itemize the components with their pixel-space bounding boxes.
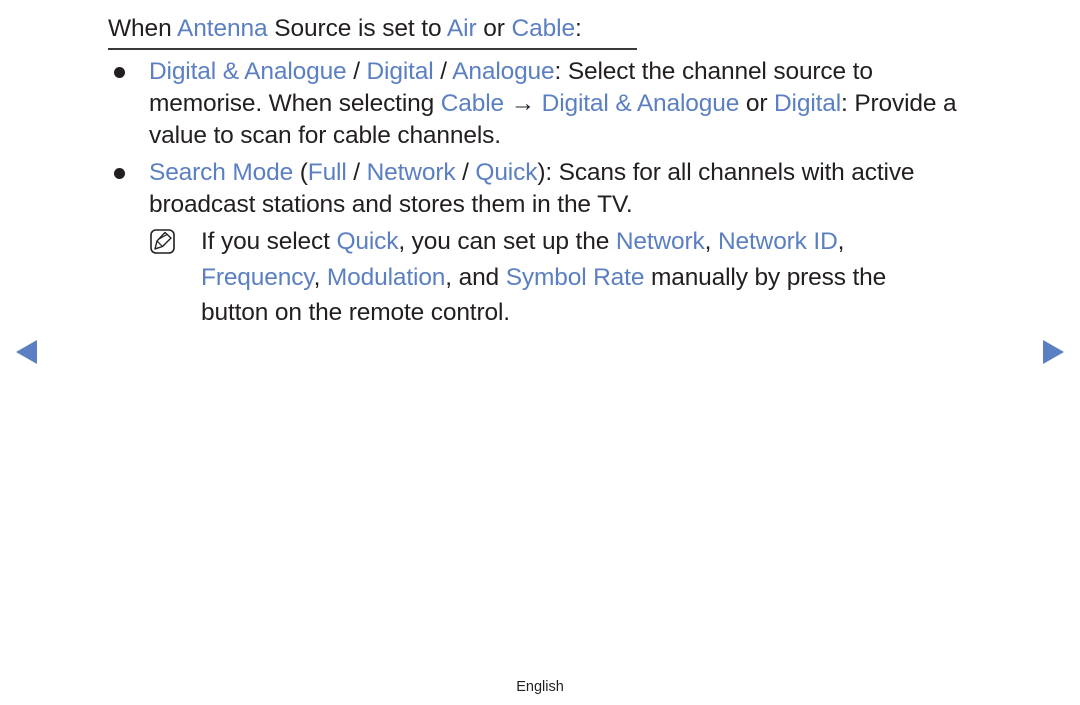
bullet-line: broadcast stations and stores them in th… — [149, 189, 633, 221]
term-analogue: Analogue — [452, 58, 555, 85]
term-frequency: Frequency — [201, 264, 314, 291]
bullet-line: memorise. When selecting Cable → Digital… — [149, 88, 957, 120]
separator: / — [433, 58, 453, 85]
bullet-line: Search Mode (Full / Network / Quick): Sc… — [149, 157, 915, 189]
term-quick: Quick — [475, 159, 538, 186]
term-network: Network — [615, 228, 705, 255]
term-full: Full — [307, 159, 347, 186]
term-digital-analogue: Digital & Analogue — [149, 58, 347, 85]
next-page-button[interactable] — [1042, 340, 1064, 364]
term-digital: Digital — [366, 58, 434, 85]
term-quick: Quick — [336, 228, 399, 255]
body-text: If you select — [201, 228, 337, 255]
heading-text: or — [476, 15, 512, 42]
arrow-text: → — [504, 90, 542, 117]
body-text: ( — [293, 159, 308, 186]
body-text: , you can set up the — [398, 228, 616, 255]
term-symbol-rate: Symbol Rate — [505, 264, 645, 291]
triangle-left-icon — [16, 340, 37, 364]
note-line: button on the remote control. — [201, 295, 510, 330]
body-text: , — [837, 228, 845, 255]
note-line: Frequency, Modulation, and Symbol Rate m… — [201, 260, 886, 295]
body-text: , — [704, 228, 718, 255]
footer-language: English — [516, 679, 564, 695]
body-text: memorise. When selecting — [149, 90, 441, 117]
term-network-id: Network ID — [717, 228, 838, 255]
body-text: or — [739, 90, 775, 117]
bullet-line: value to scan for cable channels. — [149, 120, 501, 152]
heading-underline — [108, 48, 637, 50]
note-line: If you select Quick, you can set up the … — [201, 224, 844, 259]
section-heading: When Antenna Source is set to Air or Cab… — [108, 14, 582, 44]
body-text: button on the remote control. — [201, 299, 510, 326]
note-pencil-icon — [150, 229, 175, 254]
triangle-right-icon — [1043, 340, 1064, 364]
term-digital: Digital — [774, 90, 842, 117]
separator: / — [346, 159, 367, 186]
body-text: , and — [445, 264, 506, 291]
body-text: manually by press the — [644, 264, 887, 291]
separator: / — [346, 58, 367, 85]
bullet-icon — [114, 168, 125, 179]
body-text: , — [313, 264, 327, 291]
term-digital-analogue: Digital & Analogue — [541, 90, 740, 117]
heading-text: Source is set to — [267, 15, 447, 42]
term-search-mode: Search Mode — [149, 159, 294, 186]
body-text: broadcast stations and stores them in th… — [149, 191, 633, 218]
body-text: : Provide a — [841, 90, 957, 117]
heading-text: When — [108, 15, 177, 42]
term-antenna: Antenna — [176, 15, 268, 42]
term-cable: Cable — [440, 90, 504, 117]
term-modulation: Modulation — [326, 264, 446, 291]
bullet-icon — [114, 67, 125, 78]
previous-page-button[interactable] — [16, 340, 38, 364]
body-text: : Select the channel source to — [554, 58, 873, 85]
term-air: Air — [446, 15, 477, 42]
heading-text: : — [575, 15, 582, 42]
term-cable: Cable — [511, 15, 576, 42]
bullet-line: Digital & Analogue / Digital / Analogue:… — [149, 56, 873, 88]
separator: / — [455, 159, 476, 186]
term-network: Network — [366, 159, 456, 186]
body-text: ): Scans for all channels with active — [537, 159, 915, 186]
body-text: value to scan for cable channels. — [149, 122, 501, 149]
